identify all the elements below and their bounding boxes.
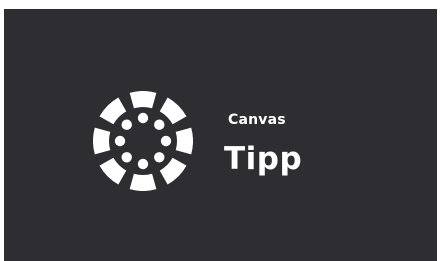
logo-segment [93, 127, 111, 155]
logo-dot [154, 152, 165, 163]
logo-dot [121, 152, 132, 163]
splash-screen: Canvas Tipp [4, 9, 437, 261]
brand-name-line1: Canvas [228, 112, 286, 128]
logo-dot [114, 135, 126, 147]
brand-name-line2: Tipp [224, 141, 303, 177]
logo-segment [175, 127, 193, 155]
logo-dot [137, 112, 149, 124]
canvas-logo-graphic [93, 91, 193, 191]
logo-segment [129, 91, 157, 109]
logo-dot [121, 119, 132, 130]
canvas-logo-icon [93, 91, 193, 191]
logo-segment [99, 97, 127, 125]
logo-segment [159, 157, 187, 185]
logo-dot [160, 135, 172, 147]
logo-segment [99, 157, 127, 185]
logo-segment [159, 97, 187, 125]
logo-dot [137, 158, 149, 170]
logo-dot [154, 119, 165, 130]
logo-segment [129, 173, 157, 191]
